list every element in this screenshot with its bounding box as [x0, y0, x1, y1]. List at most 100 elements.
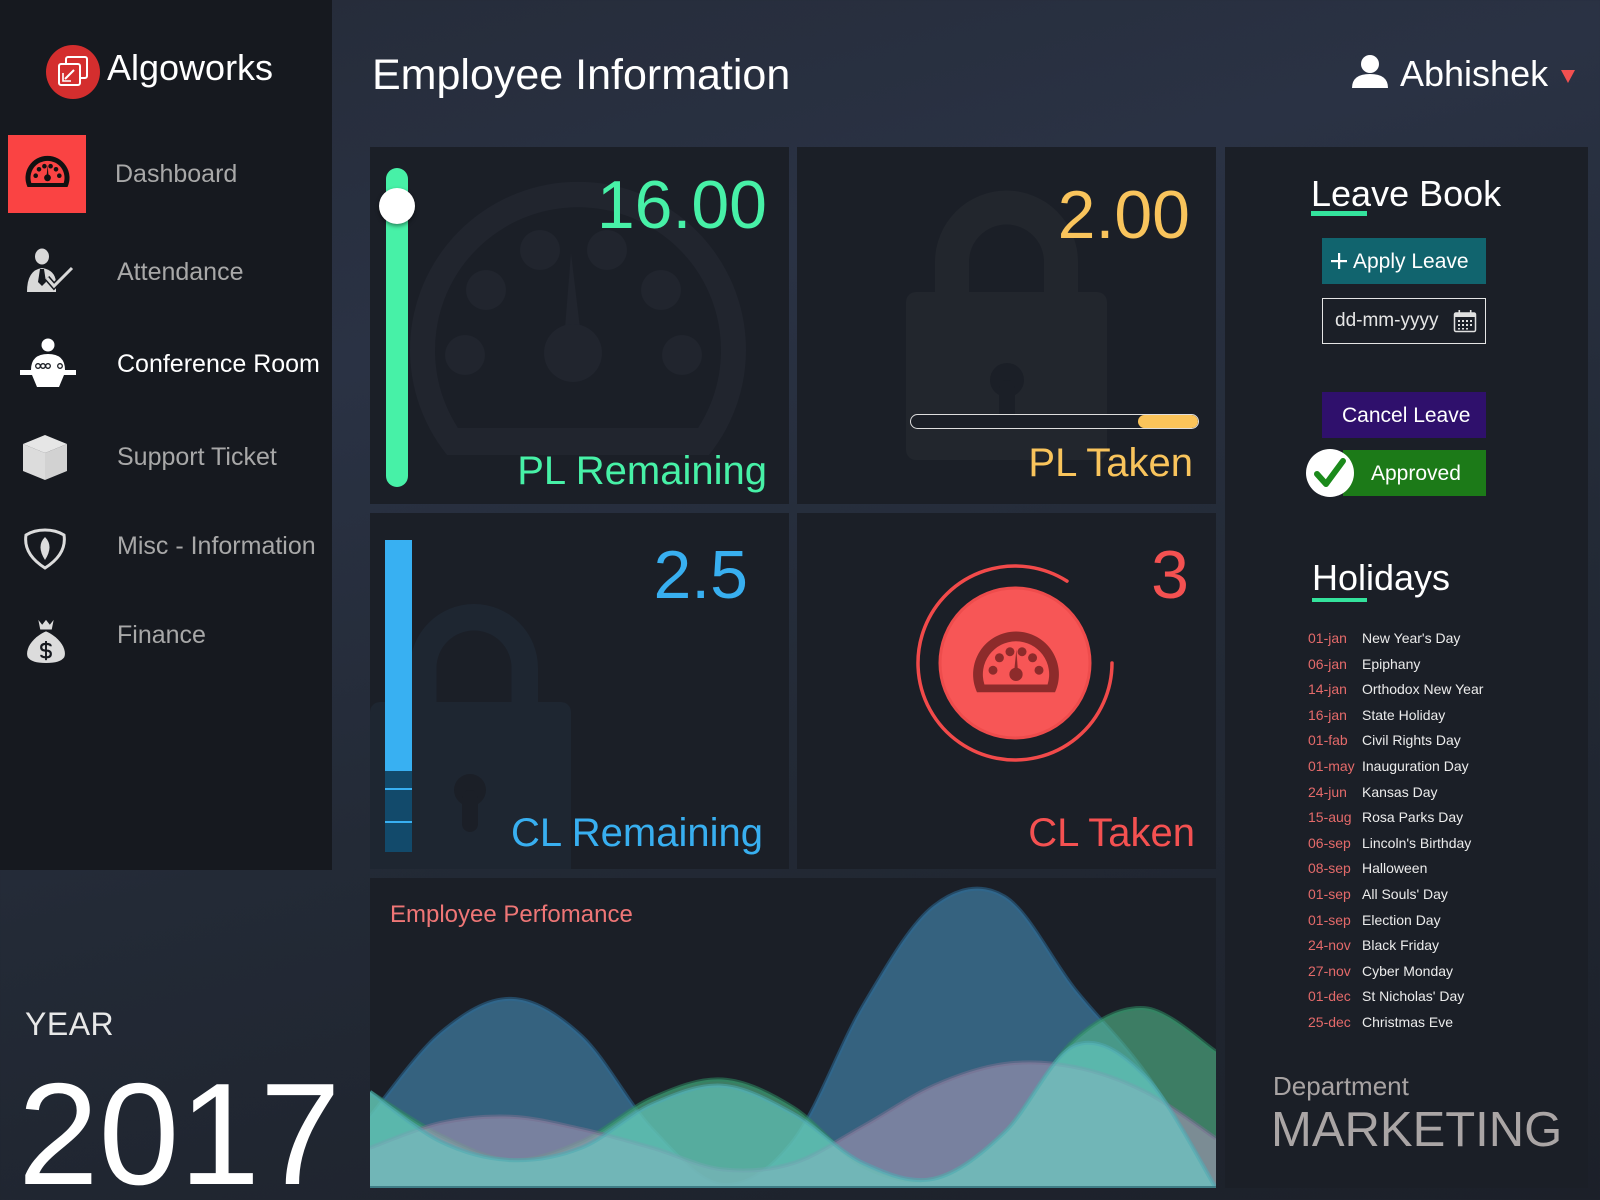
holiday-name: Epiphany — [1362, 655, 1421, 672]
sidebar-item-label: Dashboard — [115, 160, 238, 188]
holiday-list: 01-jan New Year's Day 06-jan Epiphany 14-jan… — [1308, 626, 1578, 1036]
holiday-name: Orthodox New Year — [1362, 681, 1484, 698]
cancel-leave-button[interactable]: Cancel Leave — [1322, 392, 1486, 438]
year-value: 2017 — [18, 1053, 341, 1200]
holiday-date: 01-sep — [1308, 911, 1351, 928]
apply-leave-button[interactable]: Apply Leave — [1322, 238, 1486, 284]
holiday-row: 08-sep Halloween — [1308, 856, 1578, 882]
holiday-name: State Holiday — [1362, 706, 1446, 723]
holiday-row: 01-sep All Souls' Day — [1308, 882, 1578, 908]
cl-remaining-label: CL Remaining — [511, 811, 763, 855]
pl-remaining-label: PL Remaining — [517, 449, 767, 493]
conference-podium-icon — [20, 338, 76, 387]
pl-taken-value: 2.00 — [1057, 177, 1190, 253]
caret-down-icon[interactable] — [1561, 70, 1575, 83]
holiday-row: 24-nov Black Friday — [1308, 933, 1578, 959]
holiday-name: St Nicholas' Day — [1362, 988, 1465, 1005]
holidays-title: Holidays — [1312, 557, 1451, 598]
attendance-check-icon — [27, 248, 75, 292]
year-label: YEAR — [25, 1006, 115, 1042]
page-title: Employee Information — [372, 51, 791, 99]
dashboard-gauge-icon — [25, 155, 70, 187]
holiday-date: 24-nov — [1308, 937, 1351, 954]
holiday-row: 06-sep Lincoln's Birthday — [1308, 831, 1578, 857]
holiday-row: 15-aug Rosa Parks Day — [1308, 805, 1578, 831]
holiday-row: 25-dec Christmas Eve — [1308, 1010, 1578, 1036]
cl-taken-value: 3 — [1151, 537, 1189, 613]
holiday-name: New Year's Day — [1362, 630, 1461, 646]
holiday-date: 01-may — [1308, 757, 1355, 774]
check-circle-icon — [1306, 449, 1354, 497]
sidebar-item-attendance[interactable]: Attendance — [0, 240, 332, 300]
holiday-row: 01-dec St Nicholas' Day — [1308, 984, 1578, 1010]
sidebar-item-label: Conference Room — [117, 350, 320, 378]
pl-remaining-slider-knob[interactable] — [379, 188, 415, 225]
pl-remaining-card: 16.00 PL Remaining — [370, 147, 789, 504]
holiday-row: 16-jan State Holiday — [1308, 703, 1578, 729]
sidebar-item-finance[interactable]: Finance — [0, 610, 332, 672]
holiday-row: 14-jan Orthodox New Year — [1308, 677, 1578, 703]
employee-performance-chart: Employee Perfomance — [370, 878, 1216, 1188]
gauge-icon — [973, 631, 1059, 693]
sidebar: Algoworks Dashboard Attendance Conferenc… — [0, 0, 332, 870]
sidebar-item-conference-room[interactable]: Conference Room — [0, 330, 332, 394]
holiday-date: 06-sep — [1308, 834, 1351, 851]
cl-remaining-bar — [385, 540, 412, 852]
pl-taken-label: PL Taken — [1028, 441, 1193, 485]
brand-name: Algoworks — [107, 47, 274, 88]
holiday-name: Cyber Monday — [1362, 962, 1454, 979]
holiday-name: Halloween — [1362, 860, 1428, 877]
holiday-date: 27-nov — [1308, 962, 1351, 979]
sidebar-item-label: Attendance — [117, 258, 244, 286]
holiday-name: Christmas Eve — [1362, 1013, 1454, 1030]
sidebar-item-dashboard[interactable]: Dashboard — [0, 135, 332, 213]
chart-plot-area — [370, 886, 1216, 1188]
algoworks-logo-icon[interactable] — [46, 45, 100, 99]
holiday-name: Civil Rights Day — [1362, 732, 1461, 749]
holiday-row: 06-jan Epiphany — [1308, 652, 1578, 678]
holiday-date: 14-jan — [1308, 681, 1347, 698]
pl-remaining-value: 16.00 — [596, 167, 767, 243]
user-menu[interactable]: Abhishek — [1348, 50, 1583, 95]
cl-taken-label: CL Taken — [1028, 811, 1195, 855]
holiday-name: Lincoln's Birthday — [1362, 834, 1472, 851]
sidebar-item-misc-information[interactable]: Misc - Information — [0, 518, 332, 578]
sidebar-item-label: Finance — [117, 621, 206, 649]
sidebar-item-label: Support Ticket — [117, 443, 277, 471]
user-icon — [1352, 55, 1388, 88]
leave-book-title: Leave Book — [1311, 173, 1502, 214]
user-name: Abhishek — [1400, 53, 1549, 94]
title-underline — [1311, 211, 1367, 216]
title-underline — [1312, 598, 1367, 602]
holiday-name: Kansas Day — [1362, 783, 1438, 800]
chart-title: Employee Perfomance — [390, 901, 633, 928]
holiday-date: 01-fab — [1308, 732, 1348, 749]
cl-remaining-value: 2.5 — [653, 537, 748, 613]
holiday-row: 01-sep Election Day — [1308, 908, 1578, 934]
department-label: Department — [1273, 1071, 1409, 1101]
calendar-icon[interactable] — [1453, 309, 1477, 333]
holiday-date: 24-jun — [1308, 783, 1347, 800]
approved-status-badge: Approved — [1343, 450, 1486, 496]
holiday-row: 01-may Inauguration Day — [1308, 754, 1578, 780]
holiday-row: 01-jan New Year's Day — [1308, 626, 1578, 652]
leave-date-field — [1322, 298, 1486, 344]
holiday-name: Black Friday — [1362, 937, 1440, 954]
holiday-date: 06-jan — [1308, 655, 1347, 672]
active-indicator — [8, 135, 86, 213]
holiday-name: Election Day — [1362, 911, 1441, 928]
department-value: MARKETING — [1271, 1103, 1563, 1157]
holiday-date: 08-sep — [1308, 860, 1351, 877]
money-bag-icon — [27, 619, 65, 664]
holiday-name: All Souls' Day — [1362, 885, 1448, 902]
cl-remaining-card: 2.5 CL Remaining — [370, 513, 789, 869]
holiday-name: Rosa Parks Day — [1362, 809, 1464, 826]
plus-icon — [1331, 253, 1347, 269]
cancel-leave-label: Cancel Leave — [1342, 404, 1471, 427]
approved-status-label: Approved — [1371, 462, 1461, 485]
sidebar-item-support-ticket[interactable]: Support Ticket — [0, 425, 332, 489]
sidebar-item-label: Misc - Information — [117, 532, 316, 560]
cube-icon — [23, 435, 67, 480]
holiday-name: Inauguration Day — [1362, 757, 1469, 774]
holiday-date: 15-aug — [1308, 809, 1352, 826]
